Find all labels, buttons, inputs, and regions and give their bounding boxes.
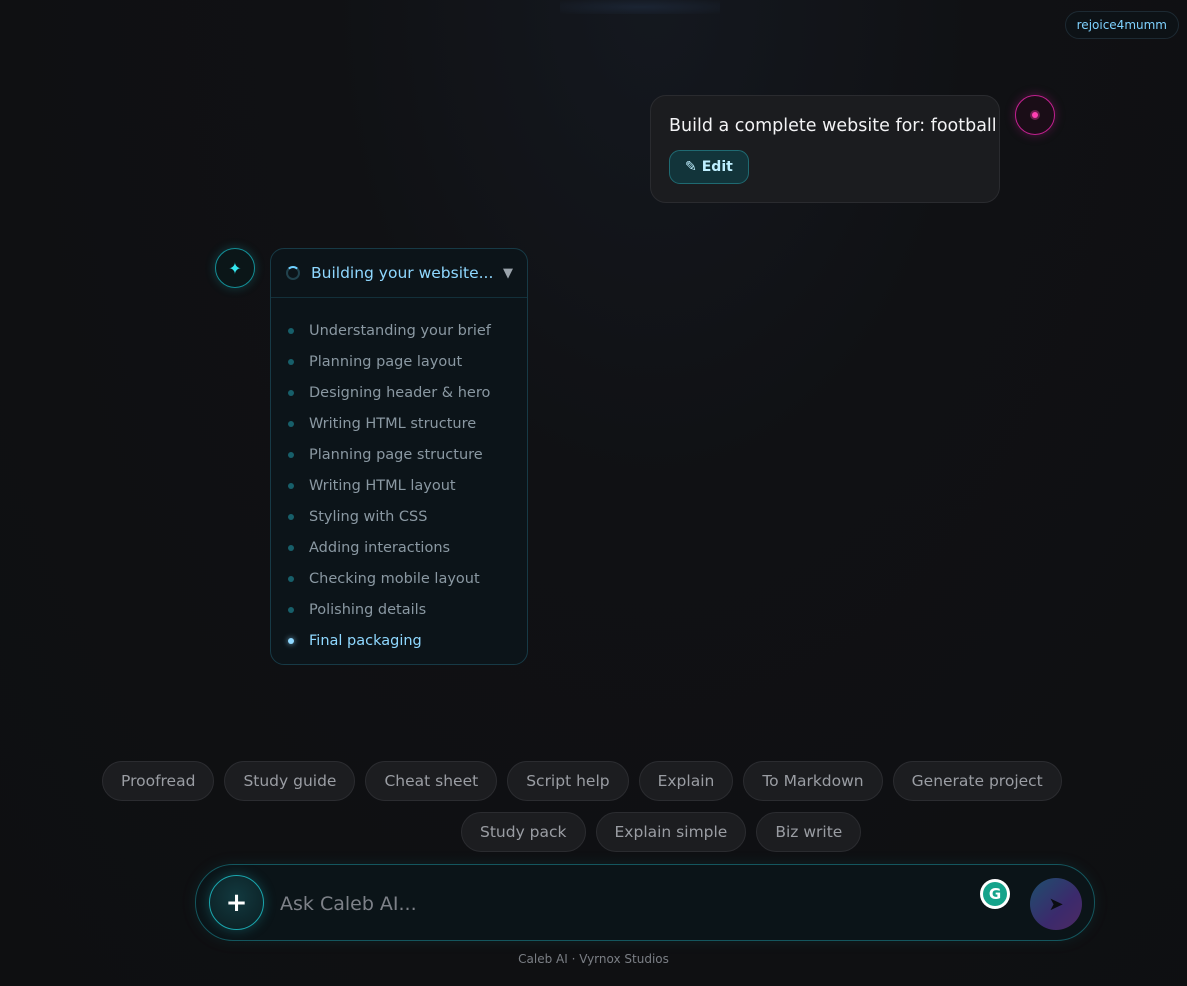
step-bullet-icon [288, 637, 294, 644]
progress-step-label: Checking mobile layout [309, 570, 480, 587]
progress-step-label: Styling with CSS [309, 508, 428, 525]
quick-action-chip[interactable]: Study pack [461, 812, 586, 852]
edit-button-label: Edit [701, 159, 733, 175]
progress-step: Understanding your brief [288, 315, 527, 346]
progress-step-label: Writing HTML structure [309, 415, 477, 432]
user-avatar-dot-icon [1032, 112, 1038, 118]
progress-title: Building your website... [311, 264, 494, 282]
quick-actions-row-1: Proofread Study guide Cheat sheet Script he… [0, 761, 1187, 801]
message-composer: + G ➤ [195, 864, 1095, 941]
progress-step-label: Adding interactions [309, 539, 451, 556]
top-glow [560, 0, 720, 14]
step-bullet-icon [288, 575, 294, 582]
progress-step-label: Polishing details [309, 601, 427, 618]
quick-action-chip[interactable]: Biz write [756, 812, 862, 852]
grammarly-icon[interactable]: G [980, 879, 1010, 909]
quick-action-chip[interactable]: To Markdown [743, 761, 883, 801]
quick-action-chip[interactable]: Study guide [224, 761, 356, 801]
assistant-avatar: ✦ [215, 248, 255, 288]
quick-actions-row-2: Study pack Explain simple Biz write [0, 812, 1187, 852]
progress-step: Writing HTML structure [288, 408, 527, 439]
progress-step: Styling with CSS [288, 501, 527, 532]
username-badge[interactable]: rejoice4mumm [1064, 11, 1179, 39]
quick-action-chip[interactable]: Proofread [102, 761, 215, 801]
chevron-down-icon[interactable]: ▼ [503, 266, 513, 281]
progress-steps-list: Understanding your brief Planning page la… [271, 298, 527, 656]
quick-action-chip[interactable]: Explain [638, 761, 734, 801]
progress-step: Designing header & hero [288, 377, 527, 408]
progress-step: Writing HTML layout [288, 470, 527, 501]
progress-step-label: Planning page layout [309, 353, 463, 370]
progress-step-label: Understanding your brief [309, 322, 491, 339]
ask-input[interactable] [278, 883, 962, 925]
send-button[interactable]: ➤ [1030, 878, 1082, 930]
user-message-bubble: Build a complete website for: football ✎… [650, 95, 1000, 203]
step-bullet-icon [288, 513, 294, 520]
loading-spinner-icon [286, 266, 300, 280]
edit-message-button[interactable]: ✎ Edit [669, 150, 749, 184]
progress-step: Planning page structure [288, 439, 527, 470]
progress-step: Adding interactions [288, 532, 527, 563]
progress-step: Polishing details [288, 594, 527, 625]
progress-step-label: Planning page structure [309, 446, 483, 463]
step-bullet-icon [288, 606, 294, 613]
chat-page: rejoice4mumm Build a complete website fo… [0, 0, 1187, 986]
progress-step: Planning page layout [288, 346, 527, 377]
footer-credit: Caleb AI · Vyrnox Studios [518, 952, 669, 966]
progress-step: Final packaging [288, 625, 527, 656]
quick-action-chip[interactable]: Script help [507, 761, 629, 801]
progress-step-label: Designing header & hero [309, 384, 491, 401]
build-progress-card: Building your website... ▼ Understanding… [270, 248, 528, 665]
step-bullet-icon [288, 451, 294, 458]
user-avatar[interactable] [1015, 95, 1055, 135]
grammarly-logo: G [983, 882, 1007, 906]
step-bullet-icon [288, 389, 294, 396]
plus-icon: + [225, 887, 248, 918]
pencil-icon: ✎ [685, 159, 697, 175]
send-arrow-icon: ➤ [1048, 893, 1064, 915]
sparkle-icon: ✦ [228, 258, 242, 278]
quick-action-chip[interactable]: Explain simple [595, 812, 747, 852]
quick-action-chip[interactable]: Generate project [892, 761, 1062, 801]
user-message-text: Build a complete website for: football [669, 116, 997, 136]
progress-step-label: Final packaging [309, 632, 422, 649]
progress-step-label: Writing HTML layout [309, 477, 456, 494]
quick-action-chip[interactable]: Cheat sheet [365, 761, 498, 801]
step-bullet-icon [288, 358, 294, 365]
progress-header[interactable]: Building your website... ▼ [271, 249, 527, 298]
step-bullet-icon [288, 482, 294, 489]
step-bullet-icon [288, 544, 294, 551]
progress-step: Checking mobile layout [288, 563, 527, 594]
add-attachment-button[interactable]: + [209, 875, 264, 930]
step-bullet-icon [288, 327, 294, 334]
step-bullet-icon [288, 420, 294, 427]
